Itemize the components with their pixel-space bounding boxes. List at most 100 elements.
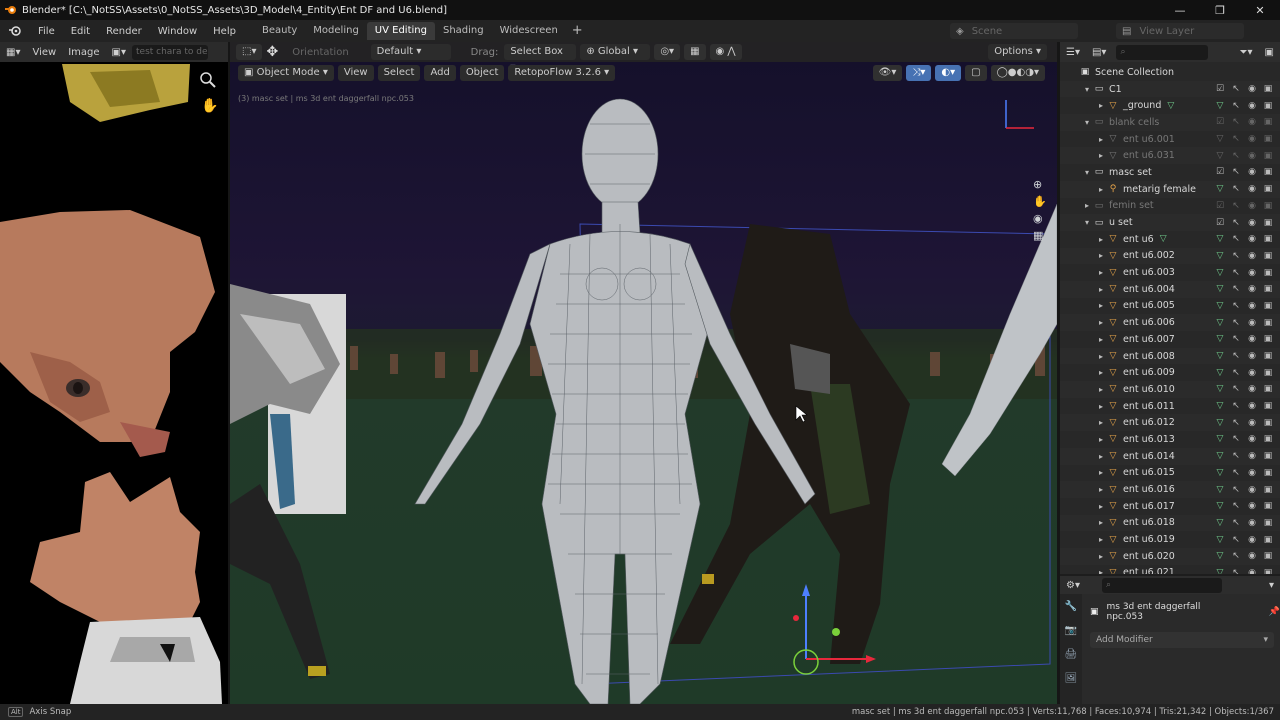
data-icon[interactable]: ▽ [1212,268,1228,278]
view-menu[interactable]: View [337,65,374,81]
menu-edit[interactable]: Edit [63,26,98,37]
blender-menu-icon[interactable] [0,25,30,37]
visibility-eye-icon[interactable]: ◉ [1244,251,1260,261]
expand-closed-icon[interactable]: ▸ [1096,368,1106,377]
outliner-row[interactable]: ▾ ▭ blank cells ☑ ↖ ◉ ▣ [1060,114,1280,131]
outliner-row[interactable]: ▸ ▽ ent u6.008 ▽ ↖ ◉ ▣ [1060,347,1280,365]
render-camera-icon[interactable]: ▣ [1260,234,1276,244]
transform-orientation-dropdown[interactable]: ⊕ Global ▾ [580,44,651,60]
selectable-icon[interactable]: ↖ [1228,551,1244,561]
outliner-row[interactable]: ▸ ▽ ent u6.017 ▽ ↖ ◉ ▣ [1060,498,1280,515]
view-layer-tab-icon[interactable]: 🖼 [1060,666,1082,690]
outliner-row[interactable]: ▸ ▽ ent u6.011 ▽ ↖ ◉ ▣ [1060,398,1280,415]
tab-beauty[interactable]: Beauty [254,22,305,40]
add-menu[interactable]: Add [424,65,456,81]
image-browse-icon[interactable]: ▣▾ [106,47,132,58]
outliner-panel[interactable]: ☰▾ ▤▾ ⌕ ⏷▾ ▣ ▣ Scene Collection ▾ ▭ C1 ☑ ↖ ◉ ▣ ▸ ▽… [1060,42,1280,574]
data-icon[interactable]: ▽ [1212,535,1228,545]
render-camera-icon[interactable]: ▣ [1260,451,1276,461]
zoom-viewport-icon[interactable]: ⊕ [1033,176,1047,193]
selectable-icon[interactable]: ↖ [1228,218,1244,228]
render-camera-icon[interactable]: ▣ [1260,151,1276,161]
select-box-dropdown[interactable]: Select Box ▾ [504,44,577,73]
add-modifier-dropdown[interactable]: Add Modifier ▾ [1090,632,1274,648]
data-icon[interactable]: ▽ [1212,334,1228,344]
selectable-icon[interactable]: ↖ [1228,84,1244,94]
visibility-eye-icon[interactable]: ◉ [1244,401,1260,411]
expand-closed-icon[interactable]: ▸ [1096,402,1106,411]
visibility-eye-icon[interactable]: ◉ [1244,167,1260,177]
render-camera-icon[interactable]: ▣ [1260,351,1276,361]
selectable-icon[interactable]: ↖ [1228,351,1244,361]
render-camera-icon[interactable]: ▣ [1260,418,1276,428]
data-icon[interactable]: ▽ [1212,551,1228,561]
outliner-row[interactable]: ▸ ▽ ent u6.021 ▽ ↖ ◉ ▣ [1060,565,1280,574]
selectable-icon[interactable]: ↖ [1228,268,1244,278]
outliner-row[interactable]: ▸ ▽ ent u6.016 ▽ ↖ ◉ ▣ [1060,481,1280,498]
expand-open-icon[interactable]: ▾ [1082,168,1092,177]
visibility-eye-icon[interactable]: ◉ [1244,518,1260,528]
expand-closed-icon[interactable]: ▸ [1096,485,1106,494]
render-camera-icon[interactable]: ▣ [1260,218,1276,228]
visibility-eye-icon[interactable]: ◉ [1244,551,1260,561]
snap-icon[interactable]: ▦ [684,44,706,60]
transform-gizmo-icon[interactable]: ✥ [266,44,278,60]
visibility-eye-icon[interactable]: ◉ [1244,184,1260,194]
render-camera-icon[interactable]: ▣ [1260,535,1276,545]
visibility-eye-icon[interactable]: ◉ [1244,101,1260,111]
visibility-eye-icon[interactable]: ◉ [1244,368,1260,378]
expand-closed-icon[interactable]: ▸ [1096,418,1106,427]
visibility-eye-icon[interactable]: ◉ [1244,318,1260,328]
selectable-icon[interactable]: ↖ [1228,167,1244,177]
render-camera-icon[interactable]: ▣ [1260,518,1276,528]
render-camera-icon[interactable]: ▣ [1260,568,1276,574]
expand-closed-icon[interactable]: ▸ [1096,318,1106,327]
menu-help[interactable]: Help [205,26,244,37]
expand-closed-icon[interactable]: ▸ [1096,101,1106,110]
outliner-row[interactable]: ▸ ▽ ent u6.001 ▽ ↖ ◉ ▣ [1060,131,1280,148]
tool-selector[interactable]: ⬚▾ [236,44,263,60]
expand-closed-icon[interactable]: ▸ [1096,268,1106,277]
expand-closed-icon[interactable]: ▸ [1096,535,1106,544]
menu-file[interactable]: File [30,26,63,37]
visibility-eye-icon[interactable]: ◉ [1244,351,1260,361]
selectable-icon[interactable]: ↖ [1228,535,1244,545]
selectable-icon[interactable]: ↖ [1228,251,1244,261]
expand-closed-icon[interactable]: ▸ [1096,251,1106,260]
visibility-eye-icon[interactable]: ◉ [1244,468,1260,478]
zoom-icon[interactable] [200,72,216,91]
selectable-icon[interactable]: ↖ [1228,368,1244,378]
expand-open-icon[interactable]: ▾ [1082,118,1092,127]
new-collection-icon[interactable]: ▣ [1259,47,1280,58]
data-icon[interactable]: ▽ [1212,418,1228,428]
perspective-toggle-icon[interactable]: ▦ [1033,227,1047,244]
outliner-row[interactable]: ▸ ▽ ent u6.018 ▽ ↖ ◉ ▣ [1060,514,1280,532]
data-icon[interactable]: ▽ [1212,401,1228,411]
data-icon[interactable]: ▽ [1212,434,1228,444]
visibility-eye-icon[interactable]: ◉ [1244,535,1260,545]
render-camera-icon[interactable]: ▣ [1260,401,1276,411]
expand-closed-icon[interactable]: ▸ [1096,285,1106,294]
render-camera-icon[interactable]: ▣ [1260,284,1276,294]
gizmo-icon[interactable]: ⤨▾ [906,65,932,81]
maximize-button[interactable]: ❐ [1200,0,1240,20]
selectable-icon[interactable]: ↖ [1228,568,1244,574]
exclude-checkbox-icon[interactable]: ☑ [1212,84,1228,94]
outliner-row[interactable]: ▸ ▽ ent u6.019 ▽ ↖ ◉ ▣ [1060,531,1280,548]
shading-modes-icon[interactable]: ◯●◐◑▾ [990,65,1045,81]
render-camera-icon[interactable]: ▣ [1260,184,1276,194]
expand-closed-icon[interactable]: ▸ [1096,135,1106,144]
outliner-row[interactable]: ▸ ▽ ent u6.004 ▽ ↖ ◉ ▣ [1060,280,1280,298]
data-icon[interactable]: ▽ [1212,251,1228,261]
render-camera-icon[interactable]: ▣ [1260,251,1276,261]
properties-editor-type-icon[interactable]: ⚙▾ [1060,580,1086,591]
properties-search-input[interactable]: ⌕ [1101,577,1222,593]
expand-closed-icon[interactable]: ▸ [1096,568,1106,574]
outliner-row[interactable]: ▾ ▭ u set ☑ ↖ ◉ ▣ [1060,214,1280,231]
expand-open-icon[interactable]: ▾ [1082,85,1092,94]
selectable-icon[interactable]: ↖ [1228,201,1244,211]
options-dropdown[interactable]: Options ▾ [988,44,1047,60]
image-name-field[interactable]: test chara to delete [132,44,208,60]
tab-shading[interactable]: Shading [435,22,492,40]
expand-closed-icon[interactable]: ▸ [1096,335,1106,344]
